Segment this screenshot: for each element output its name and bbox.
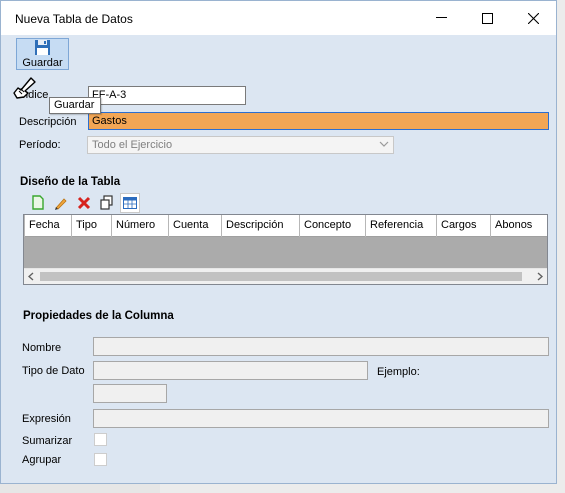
table-icon	[123, 196, 137, 209]
grid-column-header[interactable]: Cargos	[437, 215, 491, 237]
maximize-button[interactable]	[464, 1, 510, 35]
save-button-label: Guardar	[22, 57, 63, 69]
grid-column-header[interactable]: Concepto	[300, 215, 366, 237]
copy-column-button[interactable]	[97, 193, 117, 213]
grid-header: Fecha Tipo Número Cuenta Descripción Con…	[24, 215, 547, 237]
grid-column-header[interactable]: Cuenta	[169, 215, 222, 237]
horizontal-scrollbar[interactable]	[24, 268, 547, 284]
descripcion-label: Descripción	[19, 116, 77, 128]
ejemplo-label: Ejemplo:	[377, 366, 420, 378]
expresion-field[interactable]	[93, 409, 549, 428]
nombre-field[interactable]	[93, 337, 549, 356]
edit-column-button[interactable]	[51, 193, 71, 213]
table-view-button[interactable]	[120, 192, 140, 213]
window-title: Nueva Tabla de Datos	[15, 12, 133, 26]
column-properties-title: Propiedades de la Columna	[23, 310, 174, 322]
tipo-dato-field[interactable]	[93, 361, 368, 380]
delete-icon	[77, 196, 91, 209]
table-design-title: Diseño de la Tabla	[20, 176, 121, 188]
close-icon	[527, 12, 539, 24]
save-button[interactable]: Guardar	[16, 38, 69, 70]
agrupar-checkbox[interactable]	[94, 453, 107, 466]
chevron-down-icon	[379, 141, 389, 147]
periodo-dropdown[interactable]: Todo el Ejercicio	[87, 136, 394, 154]
save-tooltip: Guardar	[49, 97, 101, 114]
floppy-disk-icon	[35, 40, 50, 55]
descripcion-field[interactable]: Gastos	[88, 112, 549, 130]
close-button[interactable]	[510, 1, 556, 35]
scrollbar-thumb[interactable]	[40, 272, 522, 281]
periodo-label: Período:	[19, 139, 61, 151]
scroll-left-icon[interactable]	[28, 272, 35, 281]
grid-toolbar	[28, 192, 140, 213]
copy-icon	[100, 195, 113, 210]
new-column-button[interactable]	[28, 193, 48, 213]
grid-column-header[interactable]: Referencia	[366, 215, 437, 237]
nombre-label: Nombre	[22, 342, 62, 354]
title-bar: Nueva Tabla de Datos	[1, 1, 556, 35]
delete-column-button[interactable]	[74, 193, 94, 213]
tipo-dato-label: Tipo de Dato	[22, 365, 85, 377]
dialog-window: Nueva Tabla de Datos Guardar Índice FF-A…	[0, 0, 557, 484]
hand-pointer-icon	[13, 77, 36, 99]
new-document-icon	[32, 195, 44, 210]
sumarizar-checkbox[interactable]	[94, 433, 107, 446]
maximize-icon	[481, 12, 493, 24]
grid-column-header[interactable]: Abonos	[491, 215, 547, 237]
pencil-icon	[55, 197, 67, 210]
grid-column-header[interactable]: Tipo	[72, 215, 112, 237]
ejemplo-field[interactable]	[93, 384, 167, 403]
sumarizar-label: Sumarizar	[22, 435, 73, 447]
columns-grid[interactable]: Fecha Tipo Número Cuenta Descripción Con…	[23, 214, 548, 285]
scroll-right-icon[interactable]	[536, 272, 543, 281]
grid-column-header[interactable]: Número	[112, 215, 169, 237]
grid-column-header[interactable]: Descripción	[222, 215, 300, 237]
periodo-value: Todo el Ejercicio	[92, 139, 173, 151]
indice-field[interactable]: FF-A-3	[88, 86, 246, 105]
expresion-label: Expresión	[22, 413, 71, 425]
agrupar-label: Agrupar	[22, 454, 62, 466]
minimize-button[interactable]	[418, 1, 464, 35]
grid-column-header[interactable]: Fecha	[25, 215, 72, 237]
minimize-icon	[435, 17, 447, 18]
